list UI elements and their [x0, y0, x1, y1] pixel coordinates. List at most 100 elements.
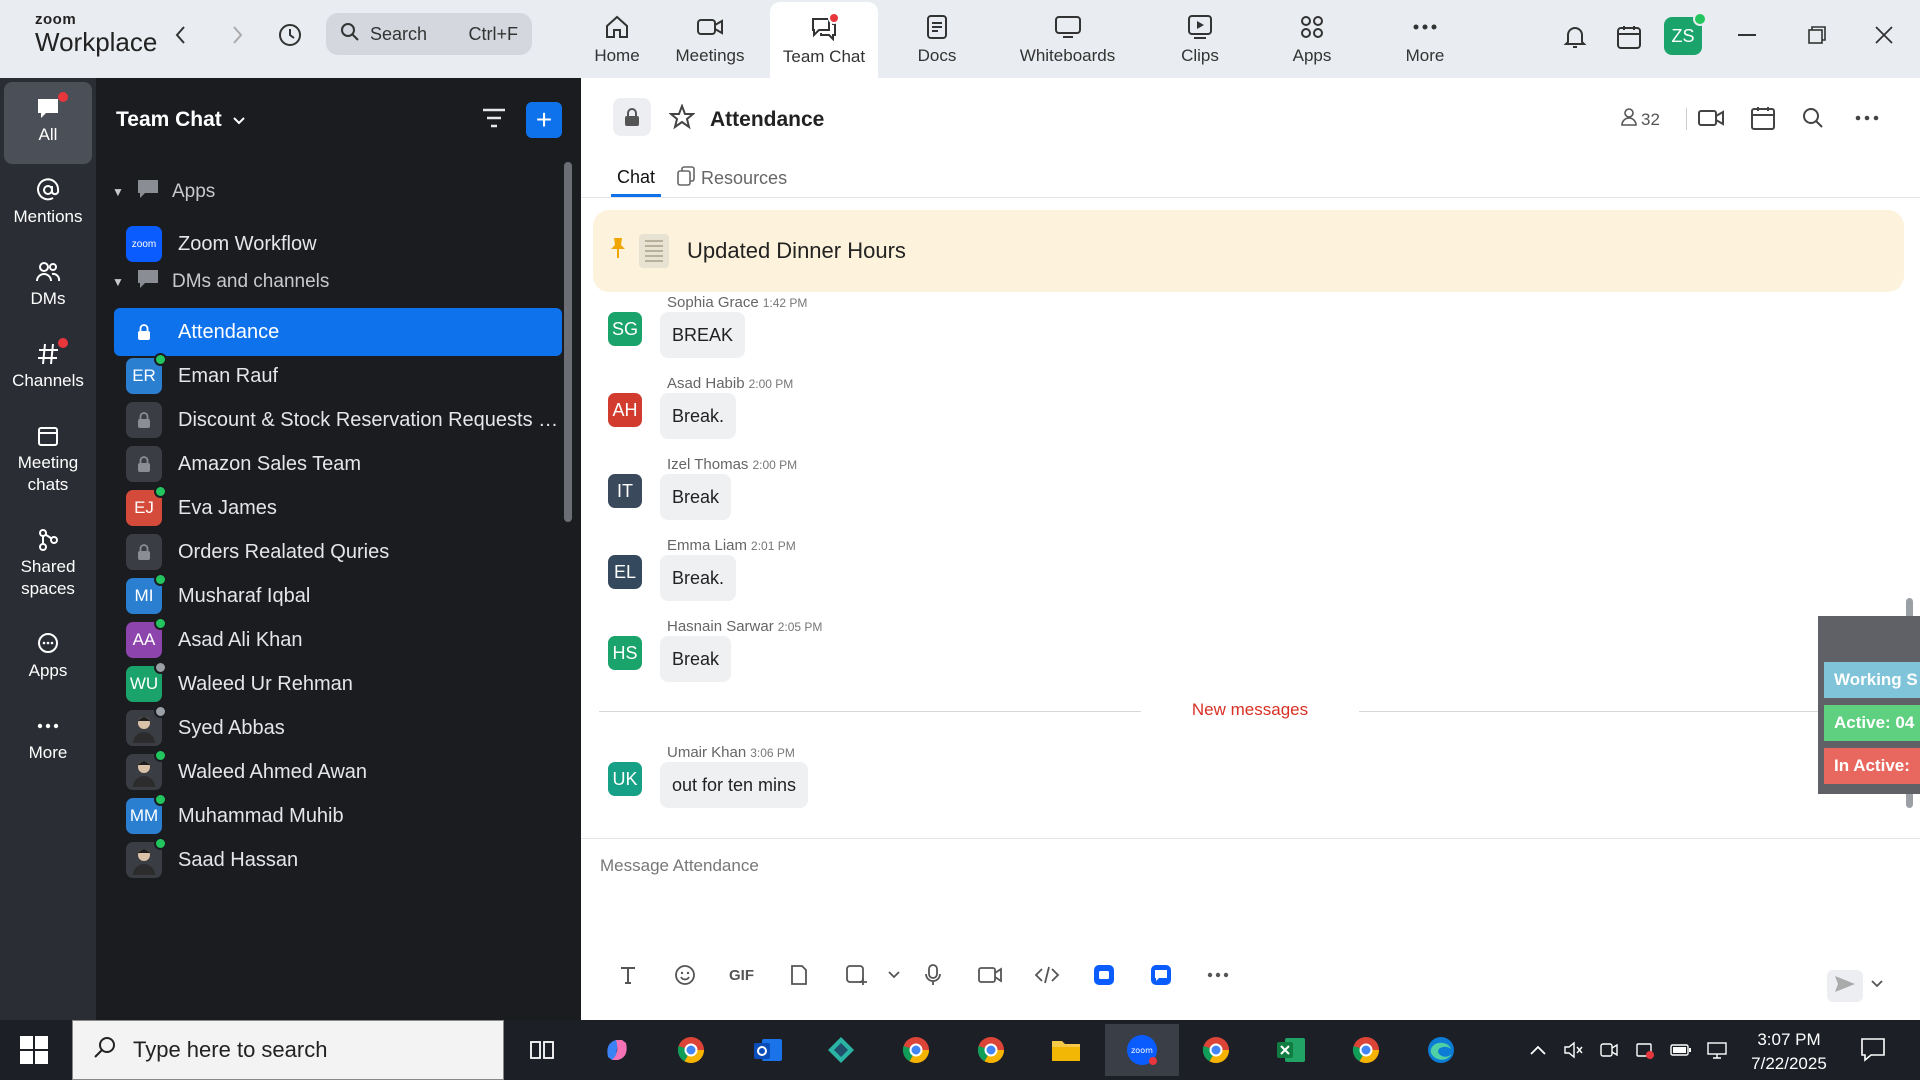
activity-tracker-widget[interactable]: Working S Active: 04 In Active:	[1818, 616, 1920, 794]
zoom-taskbar-icon[interactable]: zoom	[1105, 1024, 1179, 1076]
search-icon[interactable]	[1797, 102, 1829, 134]
video-message-icon[interactable]	[961, 958, 1018, 992]
sidebar-item[interactable]: Orders Realated Quries	[114, 528, 562, 576]
battery-icon[interactable]	[1668, 1038, 1694, 1062]
emoji-icon[interactable]	[656, 958, 713, 992]
code-snippet-icon[interactable]	[1018, 958, 1075, 992]
tab-docs[interactable]: Docs	[887, 0, 987, 78]
copilot-icon[interactable]	[594, 1028, 640, 1072]
more-options-icon[interactable]	[1851, 102, 1883, 134]
sidebar-item[interactable]: Syed Abbas	[114, 704, 562, 752]
tab-more[interactable]: More	[1375, 0, 1475, 78]
tab-apps[interactable]: Apps	[1262, 0, 1362, 78]
chevron-up-icon[interactable]	[1525, 1038, 1551, 1062]
chrome-profile-icon[interactable]	[893, 1028, 939, 1072]
pinned-message[interactable]: Updated Dinner Hours	[593, 210, 1904, 292]
text-format-icon[interactable]	[599, 958, 656, 992]
gif-button[interactable]: GIF	[713, 958, 770, 992]
microphone-icon[interactable]	[904, 958, 961, 992]
chevron-down-icon[interactable]	[884, 958, 904, 992]
speaker-muted-icon[interactable]	[1560, 1038, 1586, 1062]
sidebar-scrollbar[interactable]	[564, 162, 572, 522]
file-explorer-icon[interactable]	[1043, 1028, 1089, 1072]
sidebar-item[interactable]: WU Waleed Ur Rehman	[114, 660, 562, 708]
restore-icon[interactable]	[1797, 18, 1837, 52]
sidebar-item-zoom-workflow[interactable]: zoom Zoom Workflow	[114, 220, 562, 268]
history-icon[interactable]	[275, 20, 305, 50]
member-count[interactable]: 32	[1621, 108, 1660, 131]
zoom-chat-app-icon[interactable]	[1132, 958, 1189, 992]
rail-shared-spaces[interactable]: Shared spaces	[4, 524, 92, 600]
message-time: 1:42 PM	[762, 296, 808, 310]
send-options-chevron-icon[interactable]	[1871, 975, 1883, 993]
back-arrow-icon[interactable]	[166, 20, 196, 50]
outlook-icon[interactable]	[745, 1028, 791, 1072]
tab-clips[interactable]: Clips	[1150, 0, 1250, 78]
search-box[interactable]: Search Ctrl+F	[326, 13, 532, 55]
tab-whiteboards[interactable]: Whiteboards	[1010, 0, 1125, 78]
message-bubble: BREAK	[660, 312, 746, 358]
screenshot-icon[interactable]	[827, 958, 884, 992]
minimize-icon[interactable]	[1727, 18, 1767, 52]
more-dots-icon[interactable]	[1189, 958, 1246, 992]
rail-all[interactable]: All	[4, 82, 92, 164]
bell-icon[interactable]	[1558, 20, 1592, 54]
video-call-icon[interactable]	[1695, 102, 1727, 134]
tab-team-chat[interactable]: Team Chat	[770, 2, 878, 78]
tab-resources[interactable]: Resources	[671, 166, 793, 197]
chrome-icon[interactable]	[668, 1028, 714, 1072]
sidebar-item[interactable]: ER Eman Rauf	[114, 352, 562, 400]
section-apps[interactable]: ▼ Apps	[112, 178, 215, 206]
rail-mentions[interactable]: Mentions	[4, 174, 92, 228]
chrome-profile-icon[interactable]	[968, 1028, 1014, 1072]
tab-label: Apps	[1292, 46, 1332, 65]
calendar-icon[interactable]	[1612, 20, 1646, 54]
zoom-clips-app-icon[interactable]	[1075, 958, 1132, 992]
rail-more[interactable]: More	[4, 710, 92, 764]
chrome-profile-icon[interactable]	[1343, 1028, 1389, 1072]
taskbar-clock[interactable]: 3:07 PM 7/22/2025	[1740, 1028, 1838, 1076]
rail-dms[interactable]: DMs	[4, 256, 92, 310]
filter-icon[interactable]	[481, 106, 507, 135]
excel-icon[interactable]	[1268, 1028, 1314, 1072]
network-icon[interactable]	[1704, 1038, 1730, 1062]
file-icon[interactable]	[770, 958, 827, 992]
left-rail: All Mentions DMs Channels Meeting chats …	[0, 78, 96, 1020]
windows-start-icon[interactable]	[20, 1036, 48, 1064]
new-chat-button[interactable]: +	[526, 102, 562, 138]
rail-channels[interactable]: Channels	[4, 338, 92, 392]
star-icon[interactable]	[668, 103, 696, 135]
app-diamond-icon[interactable]	[818, 1028, 864, 1072]
task-view-icon[interactable]	[520, 1028, 566, 1072]
sidebar-item[interactable]: Attendance	[114, 308, 562, 356]
sidebar-title[interactable]: Team Chat	[116, 108, 246, 132]
sidebar-item[interactable]: MI Musharaf Iqbal	[114, 572, 562, 620]
tab-home[interactable]: Home	[567, 0, 667, 78]
close-icon[interactable]	[1864, 18, 1904, 52]
calendar-icon[interactable]	[1747, 102, 1779, 134]
message-input[interactable]: Message Attendance	[600, 856, 759, 876]
sidebar-item[interactable]: Saad Hassan	[114, 836, 562, 884]
forward-arrow-icon[interactable]	[222, 20, 252, 50]
rail-apps[interactable]: Apps	[4, 628, 92, 682]
rail-meeting-chats[interactable]: Meeting chats	[4, 420, 92, 496]
edge-icon[interactable]	[1418, 1028, 1464, 1072]
sidebar-item[interactable]: MM Muhammad Muhib	[114, 792, 562, 840]
user-avatar[interactable]: ZS	[1664, 12, 1707, 55]
sidebar-item[interactable]: AA Asad Ali Khan	[114, 616, 562, 664]
tab-meetings[interactable]: Meetings	[660, 0, 760, 78]
sidebar-item[interactable]: Waleed Ahmed Awan	[114, 748, 562, 796]
sidebar-item[interactable]: Discount & Stock Reservation Requests O.…	[114, 396, 562, 444]
tab-label: Docs	[917, 46, 957, 65]
sidebar-item[interactable]: Amazon Sales Team	[114, 440, 562, 488]
chrome-icon[interactable]	[1193, 1028, 1239, 1072]
presence-dot	[154, 573, 167, 586]
sync-alert-icon[interactable]	[1632, 1038, 1658, 1062]
meet-now-icon[interactable]	[1596, 1038, 1622, 1062]
notifications-icon[interactable]	[1860, 1036, 1886, 1067]
section-dms-channels[interactable]: ▼ DMs and channels	[112, 268, 329, 296]
taskbar-search[interactable]: Type here to search	[72, 1020, 504, 1080]
tab-chat[interactable]: Chat	[611, 166, 662, 197]
sidebar-item[interactable]: EJ Eva James	[114, 484, 562, 532]
send-button[interactable]	[1827, 970, 1863, 1002]
